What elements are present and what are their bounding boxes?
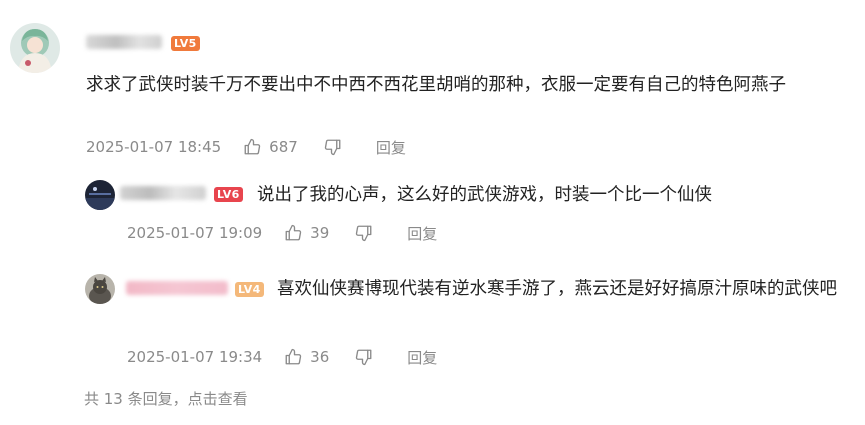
comment-text: 求求了武侠时装千万不要出中不中西不西花里胡哨的那种，衣服一定要有自己的特色阿燕子 <box>86 75 786 95</box>
username-blurred[interactable] <box>120 186 206 200</box>
username-blurred[interactable] <box>86 35 162 49</box>
comment-date: 2025-01-07 19:09 <box>127 224 263 242</box>
like-count: 687 <box>269 138 298 156</box>
avatar[interactable] <box>85 180 115 210</box>
thumbs-down-icon <box>324 139 341 156</box>
comment-text: 说出了我的心声，这么好的武侠游戏，时装一个比一个仙侠 <box>257 185 712 205</box>
view-all-replies-link[interactable]: 共 13 条回复，点击查看 <box>84 388 248 409</box>
thumbs-up-icon <box>285 224 302 241</box>
comment-meta: 2025-01-07 19:34 36 回复 <box>127 345 437 369</box>
thumbs-up-icon <box>285 348 302 365</box>
thumbs-down-icon <box>356 225 372 242</box>
reply-button[interactable]: 回复 <box>407 347 437 368</box>
avatar[interactable] <box>85 274 115 304</box>
level-badge: LV6 <box>214 187 243 202</box>
thumbs-down-icon <box>356 349 372 366</box>
avatar-image <box>85 274 115 304</box>
dislike-button[interactable] <box>324 138 350 156</box>
like-button[interactable]: 687 <box>243 138 298 156</box>
like-count: 36 <box>310 348 330 366</box>
comment-meta: 2025-01-07 18:45 687 回复 <box>86 135 406 159</box>
dislike-button[interactable] <box>355 348 381 366</box>
like-button[interactable]: 36 <box>284 348 329 366</box>
dislike-button[interactable] <box>355 224 381 242</box>
level-badge: LV5 <box>171 36 200 51</box>
reply-button[interactable]: 回复 <box>376 137 406 158</box>
like-button[interactable]: 39 <box>284 224 329 242</box>
comment-text: 喜欢仙侠赛博现代装有逆水寒手游了，燕云还是好好搞原汁原味的武侠吧 <box>277 279 837 299</box>
thumbs-up-icon <box>244 138 261 155</box>
comment-date: 2025-01-07 18:45 <box>86 138 222 156</box>
avatar-image <box>10 23 60 73</box>
reply-button[interactable]: 回复 <box>407 223 437 244</box>
avatar-image <box>85 180 115 210</box>
comment-meta: 2025-01-07 19:09 39 回复 <box>127 221 437 245</box>
avatar[interactable] <box>10 23 60 73</box>
comment-date: 2025-01-07 19:34 <box>127 348 263 366</box>
like-count: 39 <box>310 224 330 242</box>
